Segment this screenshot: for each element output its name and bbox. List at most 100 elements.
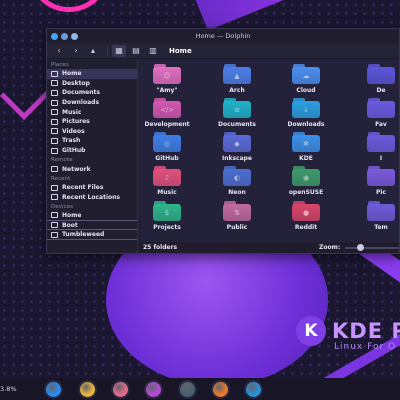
folder-icon: ▲ <box>223 64 251 84</box>
sidebar-item-videos[interactable]: Videos <box>47 127 137 137</box>
folder-label: De <box>376 87 386 94</box>
folder-item[interactable]: $ Projects <box>139 201 203 235</box>
sidebar-item-downloads[interactable]: Downloads <box>47 98 137 108</box>
folder-item[interactable]: ▲ Arch <box>201 64 273 98</box>
folder-item[interactable]: I <box>345 132 399 166</box>
folder-item[interactable]: ♪ Music <box>139 166 203 200</box>
folder-icon: ◐ <box>223 166 251 186</box>
folder-icon <box>367 201 395 221</box>
folder-label: Documents <box>218 121 256 128</box>
sidebar-item-music[interactable]: Music <box>47 107 137 117</box>
zoom-slider[interactable] <box>345 244 399 251</box>
folder-label: Arch <box>229 87 245 94</box>
sidebar-item-tumbleweed[interactable]: Tumbleweed <box>47 230 137 240</box>
dolphin-window: Home — Dolphin ‹ › ▴ ▦ ▤ ▥ Home Places Ho… <box>46 28 400 254</box>
kde-brand-subtitle: Linux For O <box>334 342 397 352</box>
kde-branding: K KDE PL Linux For O <box>296 316 400 352</box>
folder-item[interactable]: ● Reddit <box>270 201 342 235</box>
toolbar-separator <box>107 45 108 56</box>
folder-icon: ✻ <box>292 132 320 152</box>
sidebar-item-label: Trash <box>62 137 81 145</box>
sidebar-item-label: Videos <box>62 127 85 135</box>
app-2-icon[interactable] <box>80 382 95 397</box>
titlebar[interactable]: Home — Dolphin <box>47 29 399 43</box>
sidebar-item-label: Home <box>62 70 82 78</box>
folder-label: Projects <box>153 224 181 231</box>
folder-item[interactable]: ◎ GitHub <box>139 132 203 166</box>
app-4-icon[interactable] <box>146 382 161 397</box>
sidebar-item-boot[interactable]: Boot <box>47 221 137 231</box>
sidebar-section-places: Places <box>51 62 69 68</box>
sidebar-item-network[interactable]: Network <box>47 164 137 174</box>
sidebar-section-recent: Recent <box>51 175 71 182</box>
folder-icon: ◆ <box>223 132 251 152</box>
kde-brand-title: KDE PL <box>332 319 400 343</box>
folder-item[interactable]: ◆ Inkscape <box>201 132 273 166</box>
folder-item[interactable]: ✻ KDE <box>270 132 342 166</box>
folder-label: Tem <box>374 224 388 231</box>
folder-label: KDE <box>299 155 313 162</box>
app-5-icon[interactable] <box>180 382 195 397</box>
sidebar-item-github[interactable]: GitHub <box>47 146 137 156</box>
folder-icon: ● <box>292 201 320 221</box>
kde-logo-icon: K <box>296 316 326 346</box>
app-launcher-icon[interactable] <box>46 382 61 397</box>
sidebar-item-home[interactable]: Home <box>47 69 137 79</box>
folder-icon: ♪ <box>153 166 181 186</box>
zoom-slider-handle[interactable] <box>357 244 364 251</box>
sidebar-item-desktop[interactable]: Desktop <box>47 79 137 89</box>
sidebar-item-documents[interactable]: Documents <box>47 88 137 98</box>
sidebar-item-recent-files[interactable]: Recent Files <box>47 183 137 193</box>
sidebar-item-home[interactable]: Home <box>47 211 137 221</box>
app-6-icon[interactable] <box>213 382 228 397</box>
sidebar-item-recent-locations[interactable]: Recent Locations <box>47 193 137 203</box>
back-button[interactable]: ‹ <box>52 45 66 57</box>
sidebar-item-label: Boot <box>62 221 78 229</box>
app-3-icon[interactable] <box>113 382 128 397</box>
folder-label: Public <box>226 224 248 231</box>
folder-icon <box>367 132 395 152</box>
place-icon <box>51 194 58 201</box>
folder-label: Fav <box>375 121 387 128</box>
place-icon <box>51 70 58 77</box>
folder-item[interactable]: Fav <box>345 98 399 132</box>
sidebar-item-trash[interactable]: Trash <box>47 136 137 146</box>
sidebar-item-label: Network <box>62 165 91 173</box>
file-view[interactable]: ☺ "Amy" ▲ Arch ☁ Cloud De </> Development ≡ Docume… <box>139 60 399 242</box>
folder-item[interactable]: ↓ Downloads <box>270 98 342 132</box>
taskbar-panel: 3.8% <box>0 378 400 400</box>
compact-view-button[interactable]: ▤ <box>129 45 143 57</box>
folder-item[interactable]: ☺ "Amy" <box>139 64 203 98</box>
sidebar-item-pictures[interactable]: Pictures <box>47 117 137 127</box>
folder-icon: ☺ <box>153 64 181 84</box>
place-icon <box>51 147 58 154</box>
folder-label: Music <box>157 189 177 196</box>
folder-item[interactable]: De <box>345 64 399 98</box>
folder-item[interactable]: ◉ openSUSE <box>270 166 342 200</box>
breadcrumb[interactable]: Home <box>169 47 192 55</box>
sidebar-item-label: Recent Files <box>62 184 104 192</box>
place-icon <box>51 128 58 135</box>
folder-icon: ◎ <box>153 132 181 152</box>
place-icon <box>51 118 58 125</box>
folder-item[interactable]: ☁ Cloud <box>270 64 342 98</box>
folder-item[interactable]: ◐ Neon <box>201 166 273 200</box>
folder-item[interactable]: </> Development <box>139 98 203 132</box>
sidebar-section-remote: Remote <box>51 157 73 164</box>
folder-item[interactable]: Tem <box>345 201 399 235</box>
app-7-icon[interactable] <box>246 382 261 397</box>
up-button[interactable]: ▴ <box>86 45 100 57</box>
icons-view-button[interactable]: ▦ <box>112 44 126 57</box>
place-icon <box>51 166 58 173</box>
place-icon <box>51 137 58 144</box>
place-icon <box>51 80 58 87</box>
folder-item[interactable]: Pic <box>345 166 399 200</box>
folder-icon: ◉ <box>292 166 320 186</box>
forward-button[interactable]: › <box>69 45 83 57</box>
details-view-button[interactable]: ▥ <box>146 45 160 57</box>
folder-item[interactable]: ≡ Documents <box>201 98 273 132</box>
sidebar-item-label: Home <box>62 211 82 219</box>
sidebar-item-label: Pictures <box>62 118 90 126</box>
sidebar-item-label: Tumbleweed <box>62 231 105 239</box>
folder-item[interactable]: ⇅ Public <box>201 201 273 235</box>
